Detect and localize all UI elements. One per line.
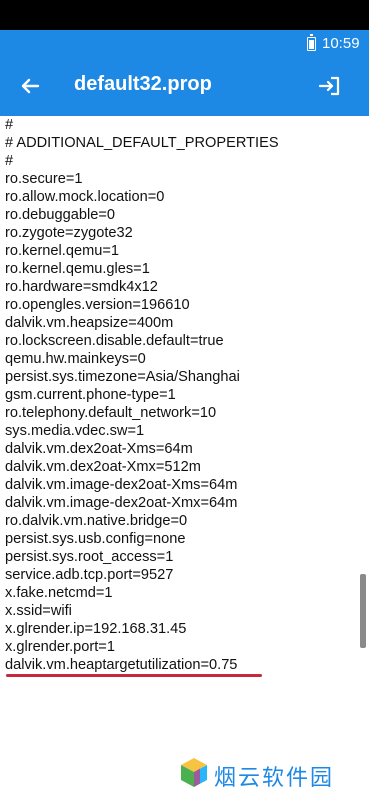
file-line: ro.lockscreen.disable.default=true bbox=[5, 333, 224, 349]
file-line: ro.secure=1 bbox=[5, 171, 83, 187]
battery-full-icon bbox=[307, 34, 316, 51]
exit-button[interactable] bbox=[316, 72, 344, 100]
file-line: ro.kernel.qemu=1 bbox=[5, 243, 119, 259]
file-line: persist.sys.root_access=1 bbox=[5, 549, 174, 565]
status-time: 10:59 bbox=[322, 35, 360, 52]
cube-logo-icon bbox=[181, 758, 207, 787]
top-black-strip bbox=[0, 0, 369, 30]
file-line: dalvik.vm.image-dex2oat-Xms=64m bbox=[5, 477, 238, 493]
back-button[interactable] bbox=[16, 72, 44, 100]
file-line: gsm.current.phone-type=1 bbox=[5, 387, 176, 403]
file-line: dalvik.vm.image-dex2oat-Xmx=64m bbox=[5, 495, 238, 511]
watermark: 烟云软件园 bbox=[178, 756, 368, 794]
file-line: ro.telephony.default_network=10 bbox=[5, 405, 217, 421]
file-line: x.glrender.port=1 bbox=[5, 639, 115, 655]
file-line: dalvik.vm.dex2oat-Xms=64m bbox=[5, 441, 193, 457]
file-line: x.glrender.ip=192.168.31.45 bbox=[5, 621, 187, 637]
arrow-left-icon bbox=[21, 78, 40, 94]
file-line: # bbox=[5, 153, 14, 169]
file-line: sys.media.vdec.sw=1 bbox=[5, 423, 145, 439]
file-line: service.adb.tcp.port=9527 bbox=[5, 567, 174, 583]
scrollbar-thumb[interactable] bbox=[360, 574, 366, 648]
file-line: qemu.hw.mainkeys=0 bbox=[5, 351, 146, 367]
highlight-underline bbox=[6, 674, 262, 677]
file-line: ro.opengles.version=196610 bbox=[5, 297, 190, 313]
file-line: persist.sys.usb.config=none bbox=[5, 531, 186, 547]
file-line: persist.sys.timezone=Asia/Shanghai bbox=[5, 369, 240, 385]
file-line: x.fake.netcmd=1 bbox=[5, 585, 113, 601]
file-line: dalvik.vm.heaptargetutilization=0.75 bbox=[5, 657, 238, 673]
file-line: x.ssid=wifi bbox=[5, 603, 72, 619]
file-line: dalvik.vm.heapsize=400m bbox=[5, 315, 174, 331]
file-line: ro.debuggable=0 bbox=[5, 207, 115, 223]
file-line: # bbox=[5, 117, 14, 133]
file-line: ro.kernel.qemu.gles=1 bbox=[5, 261, 150, 277]
file-line: ro.dalvik.vm.native.bridge=0 bbox=[5, 513, 188, 529]
file-line: ro.hardware=smdk4x12 bbox=[5, 279, 158, 295]
file-line: # ADDITIONAL_DEFAULT_PROPERTIES bbox=[5, 135, 279, 151]
exit-icon bbox=[318, 76, 340, 96]
page-title: default32.prop bbox=[74, 73, 212, 95]
file-content[interactable]: # # ADDITIONAL_DEFAULT_PROPERTIES # ro.secu… bbox=[5, 116, 360, 674]
file-line: ro.zygote=zygote32 bbox=[5, 225, 133, 241]
file-line: dalvik.vm.dex2oat-Xmx=512m bbox=[5, 459, 201, 475]
watermark-text: 烟云软件园 bbox=[214, 765, 335, 790]
file-line: ro.allow.mock.location=0 bbox=[5, 189, 165, 205]
